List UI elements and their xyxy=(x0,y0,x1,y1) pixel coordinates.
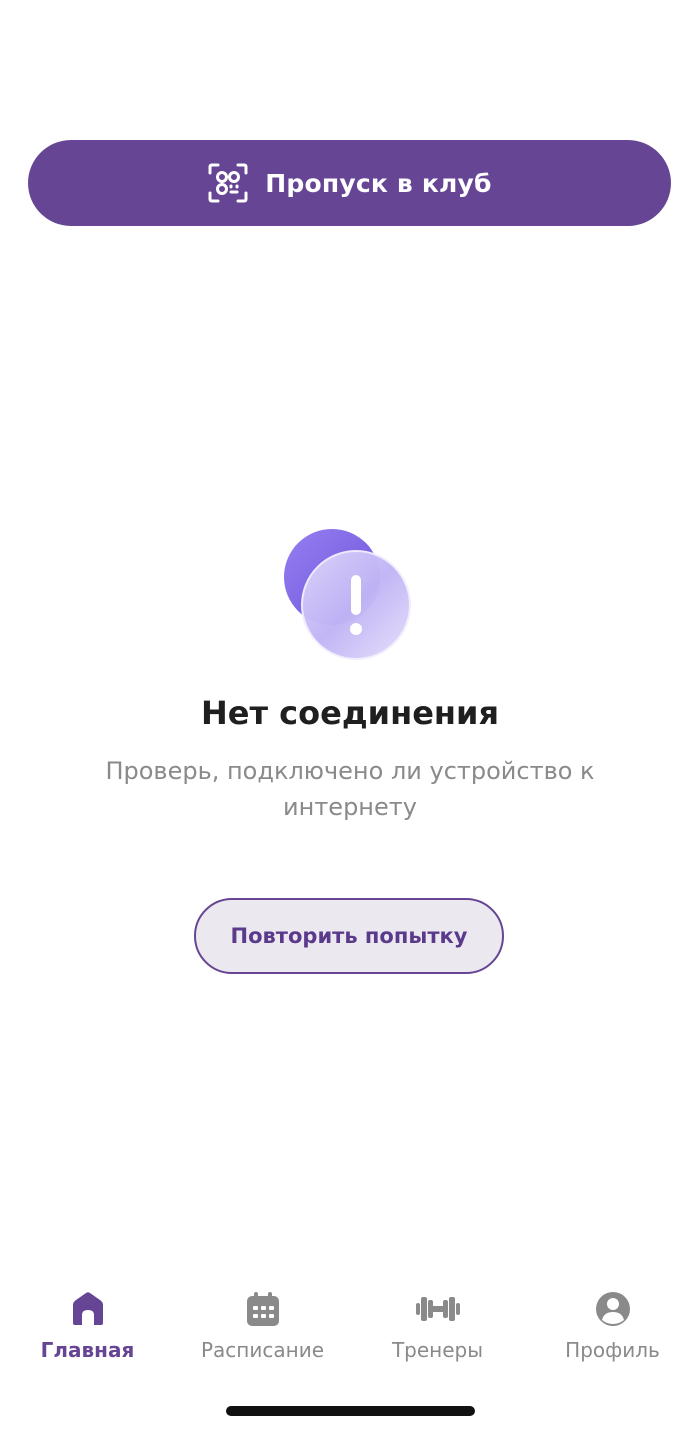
profile-icon xyxy=(595,1292,630,1326)
tab-schedule-label: Расписание xyxy=(200,1338,325,1362)
dumbbell-icon xyxy=(415,1297,460,1321)
home-indicator xyxy=(226,1406,475,1416)
tab-trainers-label: Тренеры xyxy=(391,1338,484,1362)
tab-schedule[interactable]: Расписание xyxy=(175,1290,350,1380)
no-connection-title: Нет соединения xyxy=(201,694,499,732)
qr-scan-icon xyxy=(208,163,248,203)
no-connection-message: Проверь, подключено ли устройство к инте… xyxy=(105,757,595,821)
tab-home[interactable]: Главная xyxy=(0,1290,175,1380)
tab-trainers[interactable]: Тренеры xyxy=(350,1290,525,1380)
club-pass-button[interactable]: Пропуск в клуб xyxy=(28,140,671,226)
tab-profile-label: Профиль xyxy=(565,1338,660,1362)
club-pass-label: Пропуск в клуб xyxy=(265,168,492,198)
alert-icon xyxy=(284,529,411,660)
tab-profile[interactable]: Профиль xyxy=(525,1290,700,1380)
tab-home-label: Главная xyxy=(40,1338,135,1362)
home-icon xyxy=(72,1292,103,1325)
tab-bar: Главная Расписание Тренеры Профиль xyxy=(0,1290,700,1380)
no-connection-state: Нет соединения Проверь, подключено ли ус… xyxy=(0,525,700,825)
retry-button[interactable]: Повторить попытку xyxy=(194,898,504,974)
calendar-icon xyxy=(246,1292,279,1326)
